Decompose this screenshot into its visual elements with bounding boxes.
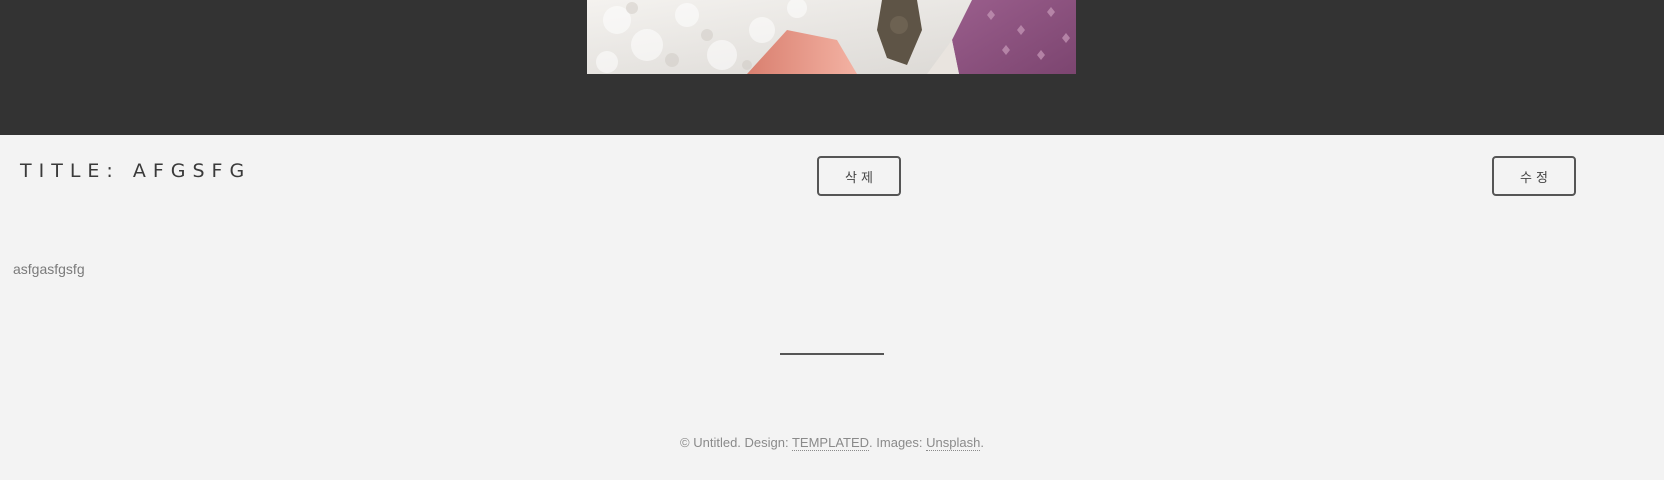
footer-images-prefix: . Images:	[869, 435, 927, 450]
post-image-graphic	[587, 0, 1076, 74]
footer-copyright: © Untitled. Design:	[680, 435, 792, 450]
delete-button[interactable]: 삭제	[817, 156, 901, 196]
footer: © Untitled. Design: TEMPLATED. Images: U…	[0, 435, 1664, 451]
post-title: TITLE: AFGSFG	[20, 160, 252, 182]
post-image	[587, 0, 1076, 74]
header-band	[0, 0, 1664, 135]
footer-images-link[interactable]: Unsplash	[926, 435, 981, 451]
footer-suffix: .	[980, 435, 984, 450]
post-body: asfgasfgsfg	[13, 261, 85, 277]
edit-button[interactable]: 수정	[1492, 156, 1576, 196]
divider	[780, 353, 884, 355]
footer-design-link[interactable]: TEMPLATED	[791, 435, 870, 451]
